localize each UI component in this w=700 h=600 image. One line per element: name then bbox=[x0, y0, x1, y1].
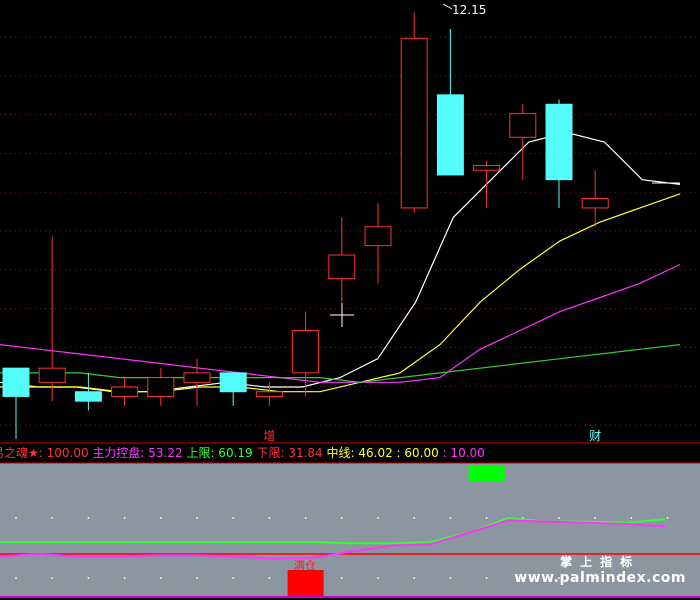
legend-item: 中线: 46.02 bbox=[326, 446, 397, 460]
indicator-dot bbox=[51, 577, 54, 579]
indicator-dot bbox=[449, 577, 452, 579]
indicator-dot bbox=[15, 577, 17, 579]
indicator-dot bbox=[268, 517, 271, 519]
indicator-dot bbox=[413, 577, 416, 579]
legend-item: : 10.00 bbox=[442, 446, 485, 460]
indicator-dot bbox=[377, 517, 379, 519]
indicator-dot bbox=[449, 517, 452, 519]
watermark-line1: 掌上指标 bbox=[560, 555, 641, 569]
indicator-dot bbox=[268, 577, 271, 579]
indicator-dot bbox=[15, 517, 17, 519]
indicator-bar-label: 满仓 bbox=[294, 558, 316, 572]
candle-body bbox=[38, 367, 66, 383]
legend-item: 下限: 31.84 bbox=[256, 446, 327, 460]
indicator-legend: 易之魂★: 100.00 主力控盘: 53.22 上限: 60.19 下限: 3… bbox=[0, 443, 692, 463]
indicator-bar bbox=[468, 466, 505, 482]
indicator-dot bbox=[51, 517, 54, 519]
indicator-dot bbox=[196, 577, 198, 579]
candle-body bbox=[183, 372, 211, 383]
watermark: 掌上指标 www.palmindex.com bbox=[514, 553, 686, 586]
max-price-label: 12.15 bbox=[452, 3, 486, 17]
candle-body bbox=[364, 226, 392, 247]
candle-body bbox=[545, 103, 573, 181]
indicator-dot bbox=[123, 577, 126, 579]
candle-body bbox=[74, 391, 102, 402]
indicator-dot bbox=[159, 517, 162, 519]
indicator-dot bbox=[413, 517, 416, 519]
candle-body bbox=[400, 37, 428, 209]
legend-item: 上限: 60.19 bbox=[186, 446, 257, 460]
indicator-dot bbox=[340, 517, 343, 519]
indicator-dot bbox=[485, 577, 488, 579]
watermark-line2: www.palmindex.com bbox=[514, 570, 686, 586]
indicator-dot bbox=[485, 517, 488, 519]
indicator-dot bbox=[340, 577, 343, 579]
indicator-dot bbox=[666, 517, 669, 519]
indicator-dot bbox=[232, 517, 235, 519]
signal-bar bbox=[468, 466, 505, 482]
candle-body bbox=[292, 329, 320, 374]
indicator-dot bbox=[304, 517, 307, 519]
indicator-dot bbox=[87, 517, 90, 519]
candle-body bbox=[147, 377, 175, 397]
indicator-dot bbox=[630, 517, 633, 519]
candle-body bbox=[111, 386, 139, 397]
candle-body bbox=[509, 113, 537, 138]
indicator-bar bbox=[287, 570, 324, 596]
stock-chart: 12.15 增 财 满仓 bbox=[0, 0, 700, 598]
indicator-dot bbox=[87, 577, 90, 579]
legend-item: 主力控盘: 53.22 bbox=[92, 446, 187, 460]
indicator-dot bbox=[377, 577, 379, 579]
signal-label: 财 bbox=[589, 429, 601, 443]
indicator-dot bbox=[159, 577, 162, 579]
candle-body bbox=[255, 391, 283, 397]
legend-item: 易之魂★: 100.00 bbox=[0, 446, 93, 460]
indicator-dot bbox=[594, 517, 597, 519]
candle-body bbox=[2, 367, 30, 397]
indicator-dot bbox=[196, 517, 198, 519]
candle-body bbox=[436, 94, 464, 176]
indicator-dot bbox=[232, 577, 235, 579]
legend-item: : 60.00 bbox=[396, 446, 443, 460]
candle-body bbox=[473, 165, 501, 171]
candle bbox=[400, 12, 428, 213]
indicator-dot bbox=[558, 517, 560, 519]
indicator-dot bbox=[123, 517, 126, 519]
candle-body bbox=[219, 372, 247, 393]
signal-label: 增 bbox=[263, 429, 275, 443]
candle-body bbox=[581, 198, 609, 209]
candle-body bbox=[328, 254, 356, 280]
